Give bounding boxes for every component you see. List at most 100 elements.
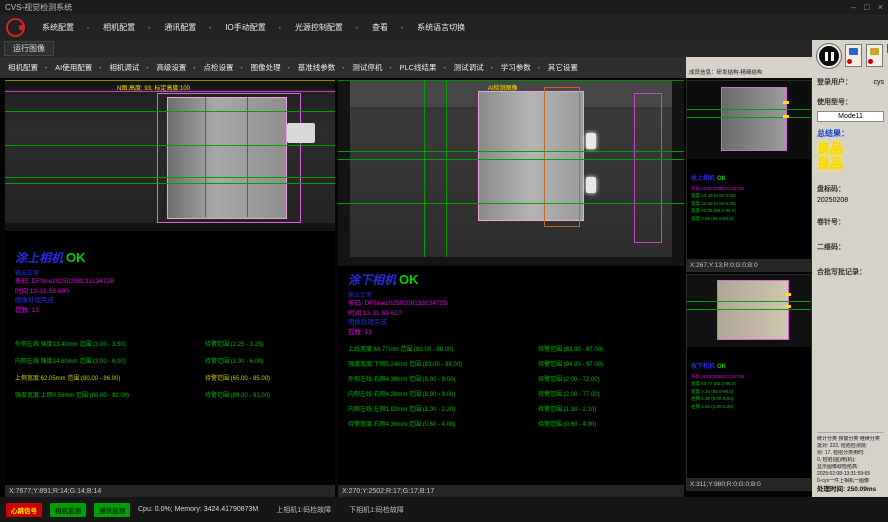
minimize-icon[interactable]: – (851, 3, 856, 12)
status-bar: 心跳信号 相机监测 通讯监测 Cpu: 0.0%; Memory: 3424.4… (0, 497, 888, 522)
center-time: 时间:13-31-59-627 (348, 309, 447, 319)
toolbar-advanced-settings[interactable]: 高级设置 (152, 62, 199, 73)
app-logo-icon (6, 18, 25, 37)
stat-line: 统计分类 预警分类 继续分类 (817, 436, 884, 443)
left-result-title: 涂上相机 (15, 251, 63, 265)
toolbar-other-settings[interactable]: 其它设置 (544, 62, 589, 73)
total-result-label: 总结果： (817, 128, 884, 139)
statistics-block: 统计分类 预警分类 继续分类 批对: 222, 检陷检测批: 对: 17, 检陷… (817, 432, 884, 494)
menu-language-switch[interactable]: 系统语言切换 (410, 22, 485, 33)
menu-camera-config[interactable]: 相机配置 (96, 22, 157, 33)
code-row: 盘标码： 20250208 (817, 178, 884, 204)
stat-line: 0-cys一件上相机一图像 (817, 478, 884, 485)
thumbnail-view-1[interactable]: 收上相机OK 条码:2025020813313472B 宽度:13.40 (3.… (686, 80, 812, 272)
overlay-green-line (5, 177, 335, 178)
comm-status-badge: 通讯监测 (94, 503, 130, 517)
photo-label: AI检测图像 (488, 83, 518, 92)
title-bar: CVS-视觉检测系统 – □ × (0, 0, 888, 14)
toolbar-image-process[interactable]: 图像处理 (247, 62, 294, 73)
measurement-row: 外侧左线:右侧4.38mm 范围:(8.00 - 9.00) 待警范围:(2.0… (348, 373, 682, 388)
photo-label: N图:高度: 93; 标定高度:100 (117, 83, 190, 92)
reflection-glint (586, 133, 596, 149)
thumb-measure-line: 宽度:14.60 (3.00-6.00) (691, 200, 807, 208)
measurement-range: 待警范围:(2.25 - 3.25) (205, 337, 333, 354)
toolbar-test-debug[interactable]: 测试调试 (450, 62, 497, 73)
thumbnail-1-text: 收上相机OK 条码:2025020813313472B 宽度:13.40 (3.… (687, 159, 811, 222)
menu-system-config[interactable]: 系统配置 (35, 22, 96, 33)
thumb-result-title: 收上相机OK (691, 176, 726, 182)
upper-camera-warning: 上相机1:码检故障 (276, 505, 331, 515)
overlay-yellow-mark (785, 293, 791, 296)
pause-icon (831, 52, 834, 61)
menu-view[interactable]: 查看 (365, 22, 410, 33)
stat-line: 显示图像取检陷高: (817, 464, 884, 471)
toolbar-camera-config[interactable]: 相机配置 (4, 62, 51, 73)
tab-run-image[interactable]: 运行图像 (4, 41, 54, 56)
center-result-ok: OK (399, 272, 419, 287)
center-process-done: 图像处理完成 (348, 318, 447, 328)
thumb-result-ok: OK (717, 176, 726, 182)
image-save-button[interactable] (866, 44, 883, 67)
measurement-value: 待警宽度:右侧4.36mm 范围:(0.60 - 4.00) (348, 418, 538, 433)
measurement-range: 待警范围:(2.00 - 77.00) (538, 388, 682, 403)
menu-light-control[interactable]: 光源控制配置 (288, 22, 365, 33)
model-select[interactable]: Mode11 (817, 111, 884, 122)
measurement-range: 待警范围:(65.00 - 85.00) (205, 371, 333, 388)
measurement-range: 待警范围:(94.00 - 97.00) (538, 358, 682, 373)
center-measurement-list: 上线宽度:63.77mm 范围:(82.00 - 88.00) 待警范围:(83… (348, 343, 682, 433)
thumb-measure-line: 强度:0.56 (88.0-92.0) (691, 215, 807, 223)
overlay-green-line (687, 309, 811, 310)
toolbar-baseline-params[interactable]: 基准线参数 (294, 62, 349, 73)
overlay-green-line (687, 109, 811, 110)
left-result-ok: OK (66, 250, 86, 265)
measurement-row: 待警宽度:右侧4.36mm 范围:(0.60 - 4.00) 待警范围:(0.6… (348, 418, 682, 433)
left-result-block: 涂上相机OK 输出正常 条码: DFfiine2025020813313472B… (15, 249, 114, 315)
overlay-green-vline (424, 81, 425, 257)
measurement-row: 内侧左线:强度14.60mm 范围:(3.00 - 6.00) 待警范围:(3.… (15, 354, 333, 371)
pin-row: 卷针号： (817, 211, 884, 229)
toolbar-plc-result[interactable]: PLC线结果 (395, 62, 449, 73)
measurement-value: 强度宽度:下侧5.24mm 范围:(93.00 - 98.00) (348, 358, 538, 373)
measurement-value: 外侧左线:强度13.40mm 范围:(3.00 - 3.50) (15, 337, 205, 354)
thumbnail-view-2[interactable]: 收下相机OK 条码:2025020813313472B 宽度:63.77 (82… (686, 274, 812, 491)
thumb-barcode: 条码:2025020813313472B (691, 185, 807, 192)
measurement-range: 待警范围:(2.00 - 72.00) (538, 373, 682, 388)
camera-status-badge: 相机监测 (50, 503, 86, 517)
result-line: 良品 (817, 141, 884, 156)
toolbar-spot-check[interactable]: 点检设置 (200, 62, 247, 73)
toolbar-learn-params[interactable]: 学习参数 (497, 62, 544, 73)
left-result-subtitle: 输出正常 (15, 268, 114, 277)
camera-snapshot-button[interactable] (845, 44, 862, 67)
measurement-row: 内侧左线:左侧1.93mm 范围:(1.00 - 2.20) 待警范围:(1.1… (348, 403, 682, 418)
toolbar-camera-debug[interactable]: 相机调试 (105, 62, 152, 73)
close-icon[interactable]: × (878, 3, 883, 12)
pause-button[interactable] (817, 44, 841, 68)
overlay-green-line (5, 183, 335, 184)
maximize-icon[interactable]: □ (864, 3, 869, 12)
overlay-green-line (338, 151, 684, 152)
center-result-subtitle: 输出正常 (348, 290, 447, 299)
overlay-green-vline (205, 97, 206, 217)
left-measurement-list: 外侧左线:强度13.40mm 范围:(3.00 - 3.50) 待警范围:(2.… (15, 337, 333, 405)
left-process-done: 图像处理完成 (15, 296, 114, 306)
camera-icon (849, 48, 858, 55)
pin-label: 卷针号： (817, 219, 845, 226)
measurement-value: 外侧左线:右侧4.38mm 范围:(8.00 - 9.00) (348, 373, 538, 388)
left-camera-view: N图:高度: 93; 标定高度:100 涂上相机OK 输出正常 条码: DFfi… (5, 80, 335, 498)
left-camera-image[interactable]: N图:高度: 93; 标定高度:100 (5, 81, 335, 231)
measurement-value: 强度宽度:上侧0.56mm 范围:(88.00 - 92.00) (15, 388, 205, 405)
measurement-range: 待警范围:(1.10 - 2.10) (538, 403, 682, 418)
toolbar-ai-config[interactable]: AI使用配置 (51, 62, 105, 73)
menu-comm-config[interactable]: 通讯配置 (157, 22, 218, 33)
measurement-value: 内侧左线:强度14.60mm 范围:(3.00 - 6.00) (15, 354, 205, 371)
stat-line: 对: 17, 检陷分类用时: (817, 450, 884, 457)
measurement-value: 上侧宽度:62.05mm 范围:(80.00 - 86.00) (15, 371, 205, 388)
connector-part (287, 123, 315, 143)
menu-io-manual[interactable]: IO手动配置 (218, 22, 288, 33)
thumb-measure-line: 宽度:13.40 (3.00-3.50) (691, 192, 807, 200)
overlay-yellow-mark (783, 101, 789, 104)
center-camera-image[interactable]: AI检测图像 (338, 81, 684, 266)
qr-row: 二维码： (817, 236, 884, 254)
toolbar-test-stop[interactable]: 测试停机 (348, 62, 395, 73)
cpu-memory-readout: Cpu: 0.0%; Memory: 3424.41790873M (138, 506, 258, 513)
